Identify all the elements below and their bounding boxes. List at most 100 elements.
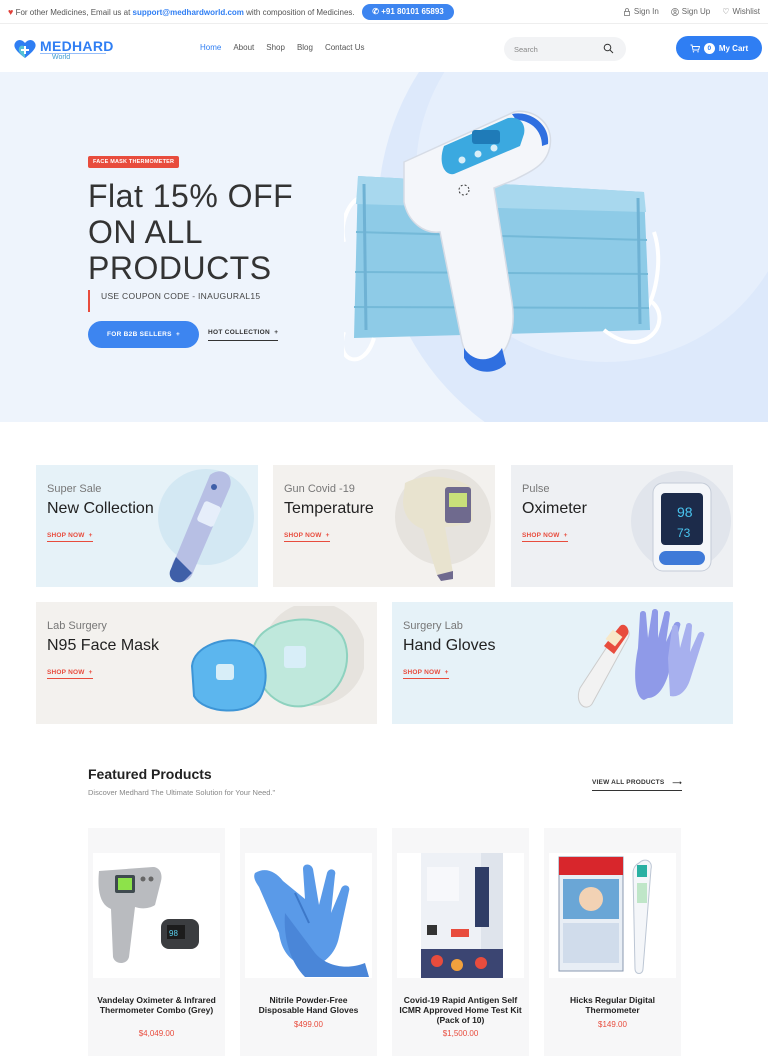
logo-underline [40,53,106,54]
nav-shop[interactable]: Shop [266,43,285,52]
shop-now-link[interactable]: SHOP NOW + [403,669,449,679]
hero-badge: FACE MASK THERMOMETER [88,156,180,168]
product-price: $499.00 [294,1020,323,1029]
shop-now-label: SHOP NOW [284,532,322,539]
logo-sub: World [52,54,71,61]
nav-blog[interactable]: Blog [297,43,313,52]
phone-icon: ✆ [372,7,379,16]
account-links: Sign In Sign Up ♡ Wishlist [623,7,760,16]
n95-mask-image [190,606,364,712]
category-card-n95-face-mask[interactable]: Lab Surgery N95 Face Mask SHOP NOW + [36,602,377,724]
shop-now-link[interactable]: SHOP NOW + [47,532,93,542]
shop-now-label: SHOP NOW [522,532,560,539]
wishlist-label: Wishlist [732,7,760,16]
product-card[interactable]: 98 Vandelay Oximeter & Infrared Thermome… [88,828,225,1056]
category-title: Hand Gloves [403,637,496,654]
phone-button[interactable]: ✆ +91 80101 65893 [362,4,454,20]
pulse-oximeter-image: 98 73 [631,471,731,572]
heart-outline-icon: ♡ [722,7,730,16]
logo-heart-icon [14,40,36,58]
thermometer-mask-image [344,110,662,372]
product-name[interactable]: Hicks Regular Digital Thermometer [550,995,675,1015]
b2b-label: FOR B2B SELLERS [106,331,172,338]
svg-text:98: 98 [677,504,693,520]
product-image[interactable]: 98 [93,853,220,978]
hero-title-line: Flat 15% OFF [88,178,294,214]
hot-collection-link[interactable]: HOT COLLECTION + [208,329,279,341]
shop-now-link[interactable]: SHOP NOW + [522,532,568,542]
contact-info: ♥ For other Medicines, Email us at suppo… [8,7,355,17]
product-name[interactable]: Covid-19 Rapid Antigen Self ICMR Approve… [398,995,523,1025]
product-price: $149.00 [598,1020,627,1029]
search-icon[interactable] [603,43,614,54]
sign-in-link[interactable]: Sign In [623,7,659,16]
phone-number: +91 80101 65893 [381,7,444,16]
cart-button[interactable]: 0 My Cart [676,36,762,60]
shop-now-link[interactable]: SHOP NOW + [284,532,330,542]
site-header: MEDHARD World Home About Shop Blog Conta… [0,24,768,72]
category-sub: Pulse [522,483,550,495]
product-image[interactable] [549,853,676,978]
coupon-text: USE COUPON CODE - INAUGURAL15 [101,291,261,301]
product-price: $4,049.00 [138,1029,175,1038]
shop-now-label: SHOP NOW [47,532,85,539]
category-sub: Gun Covid -19 [284,483,355,495]
cart-label: My Cart [718,43,749,53]
category-card-hand-gloves[interactable]: Surgery Lab Hand Gloves SHOP NOW + [392,602,733,724]
main-nav: Home About Shop Blog Contact Us [200,43,365,52]
hero-coupon: USE COUPON CODE - INAUGURAL15 [88,290,260,312]
arrow-right-icon: ⟶ [672,780,682,787]
contact-info-prefix: For other Medicines, Email us at [15,8,131,17]
gloves-thermometer-image [578,609,705,708]
category-title: Temperature [284,500,374,517]
support-email-link[interactable]: support@medhardworld.com [133,8,244,17]
plus-icon: + [173,331,181,338]
hero-title: Flat 15% OFF ON ALL PRODUCTS [88,178,348,286]
sign-up-link[interactable]: Sign Up [670,7,711,16]
product-name[interactable]: Nitrile Powder-Free Disposable Hand Glov… [246,995,371,1015]
svg-text:98: 98 [169,929,178,938]
category-title: N95 Face Mask [47,637,160,654]
heart-icon: ♥ [8,7,14,17]
lock-icon [623,7,630,16]
category-card-oximeter[interactable]: Pulse Oximeter SHOP NOW + 98 73 [511,465,733,587]
category-title: New Collection [47,500,154,517]
nav-about[interactable]: About [233,43,254,52]
plus-icon: + [272,329,279,336]
sign-in-label: Sign In [633,7,659,16]
cart-count-badge: 0 [703,42,715,54]
hero-banner: FACE MASK THERMOMETER Flat 15% OFF ON AL… [0,72,768,422]
shop-now-label: SHOP NOW [403,669,441,676]
hero-title-line: ON ALL [88,214,204,250]
contact-info-suffix: with composition of Medicines. [246,8,355,17]
logo-name: MEDHARD [40,38,114,54]
view-all-products-link[interactable]: VIEW ALL PRODUCTS ⟶ [592,779,682,791]
category-card-temperature[interactable]: Gun Covid -19 Temperature SHOP NOW + [273,465,495,587]
category-sub: Surgery Lab [403,620,463,632]
product-name[interactable]: Vandelay Oximeter & Infrared Thermometer… [94,995,219,1015]
user-icon [670,7,679,16]
category-title: Oximeter [522,500,587,517]
product-image[interactable] [397,853,524,978]
category-card-new-collection[interactable]: Super Sale New Collection SHOP NOW + [36,465,258,587]
product-image[interactable] [245,853,372,978]
shop-now-link[interactable]: SHOP NOW + [47,669,93,679]
search-placeholder: Search [514,45,538,54]
search-input[interactable]: Search [504,37,626,61]
logo[interactable]: MEDHARD World [12,36,114,62]
cart-icon [690,44,700,52]
thermometer-gun-image [395,469,491,581]
hero-title-line: PRODUCTS [88,250,272,286]
product-card[interactable]: Hicks Regular Digital Thermometer $149.0… [544,828,681,1056]
b2b-sellers-button[interactable]: FOR B2B SELLERS + [88,321,199,348]
nav-home[interactable]: Home [200,43,221,52]
top-bar: ♥ For other Medicines, Email us at suppo… [0,0,768,24]
category-sub: Super Sale [47,483,102,495]
product-card[interactable]: Covid-19 Rapid Antigen Self ICMR Approve… [392,828,529,1056]
product-card[interactable]: Nitrile Powder-Free Disposable Hand Glov… [240,828,377,1056]
category-sub: Lab Surgery [47,620,107,632]
wishlist-link[interactable]: ♡ Wishlist [722,7,760,16]
featured-subtitle: Discover Medhard The Ultimate Solution f… [88,788,276,797]
sign-up-label: Sign Up [681,7,711,16]
nav-contact[interactable]: Contact Us [325,43,365,52]
